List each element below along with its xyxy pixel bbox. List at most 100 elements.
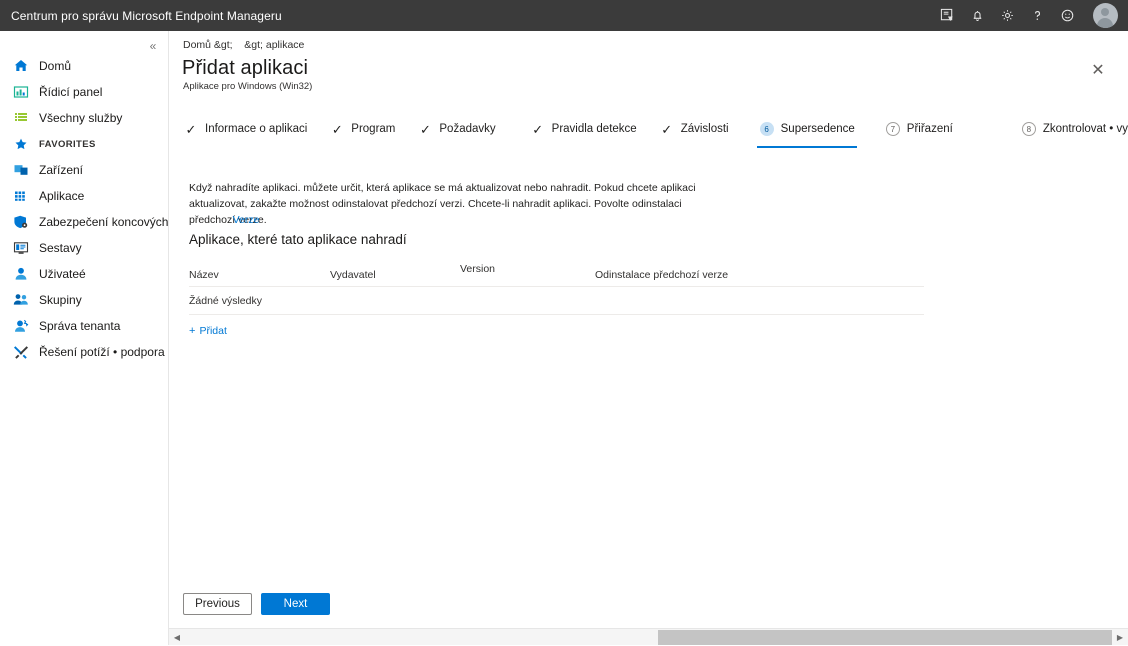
groups-icon <box>12 291 30 309</box>
avatar <box>1093 3 1118 28</box>
sidebar-item-endpoint-security[interactable]: Zabezpečení koncových bodů <box>0 209 168 235</box>
next-button[interactable]: Next <box>261 593 330 615</box>
users-icon <box>12 265 30 283</box>
account-avatar[interactable] <box>1082 0 1128 31</box>
add-app-blade: ✕ Domů &gt; &gt; aplikace Přidat aplikac… <box>169 31 1128 628</box>
tab-supersedence[interactable]: 6 Supersedence <box>757 116 857 142</box>
scrollbar-thumb[interactable] <box>658 630 1112 645</box>
settings-gear-icon[interactable] <box>992 0 1022 31</box>
tab-pozadavky[interactable]: ✓ Požadavky <box>415 116 497 142</box>
table-header-row: Název Vydavatel Version Odinstalace před… <box>189 261 924 287</box>
sidebar-item-reports[interactable]: Sestavy <box>0 235 168 261</box>
sidebar-item-groups[interactable]: Skupiny <box>0 287 168 313</box>
check-glyph: ✓ <box>186 123 197 136</box>
sidebar-item-users[interactable]: Uživateé <box>0 261 168 287</box>
tab-informace-o-aplikaci[interactable]: ✓ Informace o aplikaci <box>181 116 309 142</box>
supersedence-description: Když nahradíte aplikaci. můžete určit, k… <box>189 180 729 228</box>
sidebar-item-apps[interactable]: Aplikace <box>0 183 168 209</box>
home-icon <box>12 57 30 75</box>
horizontal-scrollbar[interactable]: ◀ ▶ <box>169 628 1128 645</box>
step-number: 8 <box>1022 122 1036 136</box>
sidebar-item-devices[interactable]: Zařízení <box>0 157 168 183</box>
sidebar-item-label: Všechny služby <box>39 111 122 125</box>
sidebar-item-label: Domů <box>39 59 71 73</box>
cloud-shell-icon[interactable] <box>932 0 962 31</box>
wizard-tabs: ✓ Informace o aplikaci ✓ Program ✓ Požad… <box>181 116 1128 144</box>
step-number-badge: 7 <box>885 121 901 137</box>
column-header-version[interactable]: Version <box>460 263 495 275</box>
tab-label: Informace o aplikaci <box>205 123 307 135</box>
dashboard-icon <box>12 83 30 101</box>
scroll-left-arrow-icon[interactable]: ◀ <box>169 629 185 646</box>
page-subtitle: Aplikace pro Windows (Win32) <box>183 81 312 92</box>
tab-zavislosti[interactable]: ✓ Závislosti <box>657 116 731 142</box>
sidebar-item-label: Aplikace <box>39 189 84 203</box>
help-question-icon[interactable] <box>1022 0 1052 31</box>
tab-label: Zkontrolovat • vytvořit <box>1043 123 1128 135</box>
empty-results-text: Žádné výsledky <box>189 295 262 307</box>
check-icon: ✓ <box>659 121 675 137</box>
endpoint-security-shield-icon <box>12 213 30 231</box>
sidebar-item-tenant-admin[interactable]: Správa tenanta <box>0 313 168 339</box>
version-link[interactable]: Verze <box>233 214 260 226</box>
tab-label: Program <box>351 123 395 135</box>
feedback-smiley-icon[interactable] <box>1052 0 1082 31</box>
sidebar-item-label: Řídicí panel <box>39 85 102 99</box>
scrollbar-track[interactable] <box>185 629 1112 646</box>
devices-icon <box>12 161 30 179</box>
star-icon <box>12 135 30 153</box>
wizard-footer: Previous Next <box>169 580 1128 628</box>
close-icon[interactable]: ✕ <box>1086 58 1110 82</box>
sidebar-item-label: Uživateé <box>39 267 86 281</box>
column-header-odinstalace[interactable]: Odinstalace předchozí verze <box>595 269 728 281</box>
step-number: 7 <box>886 122 900 136</box>
step-number-badge: 6 <box>759 121 775 137</box>
scroll-right-arrow-icon[interactable]: ▶ <box>1112 629 1128 646</box>
sidebar-item-label: Správa tenanta <box>39 319 120 333</box>
section-heading: Aplikace, které tato aplikace nahradí <box>189 232 407 247</box>
check-glyph: ✓ <box>332 123 343 136</box>
app-header: Centrum pro správu Microsoft Endpoint Ma… <box>0 0 1128 31</box>
add-app-label: Přidat <box>199 325 226 337</box>
check-glyph: ✓ <box>661 123 672 136</box>
description-text: Když nahradíte aplikaci. můžete určit, k… <box>189 182 696 226</box>
all-services-icon <box>12 109 30 127</box>
step-number-badge: 8 <box>1021 121 1037 137</box>
sidebar-item-label: Zařízení <box>39 163 83 177</box>
apps-grid-icon <box>12 187 30 205</box>
tab-pravidla-detekce[interactable]: ✓ Pravidla detekce <box>528 116 639 142</box>
sidebar-section-favorites: FAVORITES <box>0 131 168 157</box>
check-icon: ✓ <box>183 121 199 137</box>
breadcrumb[interactable]: Domů &gt; &gt; aplikace <box>183 39 304 51</box>
plus-icon: + <box>189 325 195 337</box>
sidebar-item-all-services[interactable]: Všechny služby <box>0 105 168 131</box>
tab-label: Supersedence <box>781 123 855 135</box>
sidebar-collapse-icon[interactable]: « <box>142 35 164 57</box>
tab-zkontrolovat-vytvorit[interactable]: 8 Zkontrolovat • vytvořit <box>1019 116 1128 142</box>
sidebar-item-label: Skupiny <box>39 293 82 307</box>
tab-program[interactable]: ✓ Program <box>327 116 397 142</box>
column-header-nazev[interactable]: Název <box>189 269 219 281</box>
tab-prirazeni[interactable]: 7 Přiřazení <box>883 116 955 142</box>
sidebar-item-troubleshooting[interactable]: Řešení potíží • podpora <box>0 339 168 365</box>
check-icon: ✓ <box>530 121 546 137</box>
check-icon: ✓ <box>329 121 345 137</box>
add-app-link[interactable]: + Přidat <box>189 325 227 337</box>
sidebar-item-label: FAVORITES <box>39 139 96 150</box>
page-title: Přidat aplikaci <box>182 57 308 80</box>
sidebar: « Domů Řídicí panel <box>0 31 169 645</box>
notifications-bell-icon[interactable] <box>962 0 992 31</box>
troubleshooting-wrench-icon <box>12 343 30 361</box>
sidebar-item-dashboard[interactable]: Řídicí panel <box>0 79 168 105</box>
column-header-vydavatel[interactable]: Vydavatel <box>330 269 376 281</box>
app-title: Centrum pro správu Microsoft Endpoint Ma… <box>11 9 282 23</box>
sidebar-item-label: Sestavy <box>39 241 82 255</box>
tab-label: Pravidla detekce <box>552 123 637 135</box>
tab-label: Požadavky <box>439 123 495 135</box>
tab-label: Závislosti <box>681 123 729 135</box>
reports-icon <box>12 239 30 257</box>
previous-button[interactable]: Previous <box>183 593 252 615</box>
tenant-admin-icon <box>12 317 30 335</box>
check-glyph: ✓ <box>532 123 543 136</box>
header-icon-group <box>932 0 1128 31</box>
